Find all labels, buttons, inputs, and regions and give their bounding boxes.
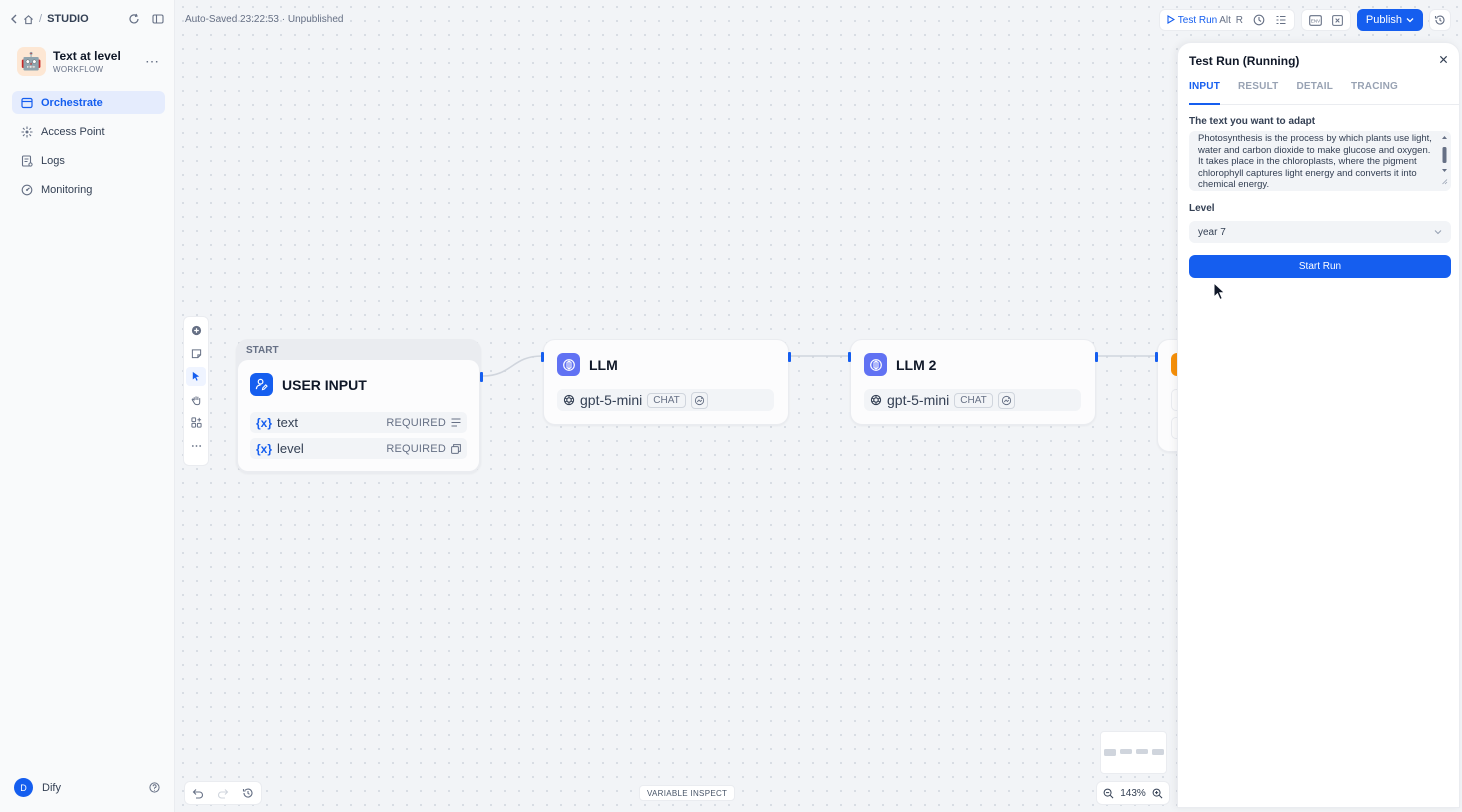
version-history-icon[interactable] [242, 787, 254, 799]
variable-row-level[interactable]: {x} level REQUIRED [250, 438, 467, 459]
level-select-value: year 7 [1198, 226, 1226, 238]
paragraph-icon [451, 418, 461, 427]
model-mode-tag: CHAT [647, 392, 686, 408]
openai-icon [870, 394, 882, 406]
llm-icon [864, 353, 887, 376]
zoom-controls: 143% [1096, 781, 1170, 805]
text-field-label: The text you want to adapt [1189, 116, 1316, 127]
panel-tabs: INPUT RESULT DETAIL TRACING [1189, 81, 1459, 105]
openai-icon [563, 394, 575, 406]
required-label: REQUIRED [386, 416, 446, 429]
variable-prefix: {x} [256, 415, 273, 430]
input-handle[interactable] [1155, 352, 1158, 362]
level-field-label: Level [1189, 203, 1215, 214]
node-title: LLM 2 [896, 356, 937, 373]
input-handle[interactable] [848, 352, 851, 362]
start-run-button[interactable]: Start Run [1189, 255, 1451, 278]
llm2-node[interactable]: LLM 2 gpt-5-mini CHAT [848, 339, 1098, 425]
variable-name: level [277, 441, 304, 456]
minimap[interactable] [1100, 731, 1167, 774]
zoom-level[interactable]: 143% [1120, 788, 1146, 799]
model-selector[interactable]: gpt-5-mini CHAT [864, 389, 1081, 411]
model-mode-tag: CHAT [954, 392, 993, 408]
user-input-icon [250, 373, 273, 396]
llm-node-header: LLM [557, 353, 618, 376]
history-controls [184, 781, 262, 805]
output-handle[interactable] [1095, 352, 1098, 362]
tab-tracing[interactable]: TRACING [1351, 81, 1398, 105]
chevron-down-icon [1434, 230, 1442, 235]
node-title: USER INPUT [282, 376, 367, 393]
close-icon[interactable] [1439, 55, 1448, 64]
start-vars-list: {x} text REQUIRED {x} level REQUIRED [250, 412, 467, 459]
text-input-value: Photosynthesis is the process by which p… [1198, 133, 1432, 190]
model-name: gpt-5-mini [887, 392, 950, 408]
text-input-field[interactable]: Photosynthesis is the process by which p… [1189, 131, 1451, 191]
input-handle[interactable] [541, 352, 544, 362]
model-selector[interactable]: gpt-5-mini CHAT [557, 389, 774, 411]
start-node[interactable]: START USER INPUT {x} text REQUIRED {x} l… [236, 339, 483, 473]
select-icon [451, 443, 461, 454]
llm-icon [557, 353, 580, 376]
minimap-view [1104, 749, 1164, 756]
edge-start-llm [482, 355, 543, 377]
output-handle[interactable] [480, 372, 483, 382]
level-select[interactable]: year 7 [1189, 221, 1451, 243]
vision-icon [997, 391, 1015, 409]
output-handle[interactable] [788, 352, 791, 362]
mouse-cursor-icon [1213, 282, 1226, 301]
node-title: LLM [589, 356, 618, 373]
redo-icon[interactable] [217, 788, 229, 799]
vision-icon [690, 391, 708, 409]
variable-row-text[interactable]: {x} text REQUIRED [250, 412, 467, 433]
start-badge: START [246, 345, 279, 356]
test-run-panel: Test Run (Running) INPUT RESULT DETAIL T… [1177, 42, 1460, 808]
llm-node[interactable]: LLM gpt-5-mini CHAT [541, 339, 791, 425]
tab-input[interactable]: INPUT [1189, 81, 1220, 105]
variable-name: text [277, 415, 298, 430]
textarea-scrollbar[interactable] [1441, 134, 1448, 186]
panel-title: Test Run (Running) [1189, 54, 1300, 68]
undo-icon[interactable] [192, 788, 204, 799]
start-node-header: USER INPUT [250, 373, 367, 396]
llm2-node-header: LLM 2 [864, 353, 936, 376]
tab-detail[interactable]: DETAIL [1296, 81, 1333, 105]
zoom-out-icon[interactable] [1103, 788, 1114, 799]
variable-prefix: {x} [256, 441, 273, 456]
start-node-body: USER INPUT {x} text REQUIRED {x} level R… [238, 360, 479, 471]
required-label: REQUIRED [386, 442, 446, 455]
tab-result[interactable]: RESULT [1238, 81, 1278, 105]
zoom-in-icon[interactable] [1152, 788, 1163, 799]
model-name: gpt-5-mini [580, 392, 643, 408]
